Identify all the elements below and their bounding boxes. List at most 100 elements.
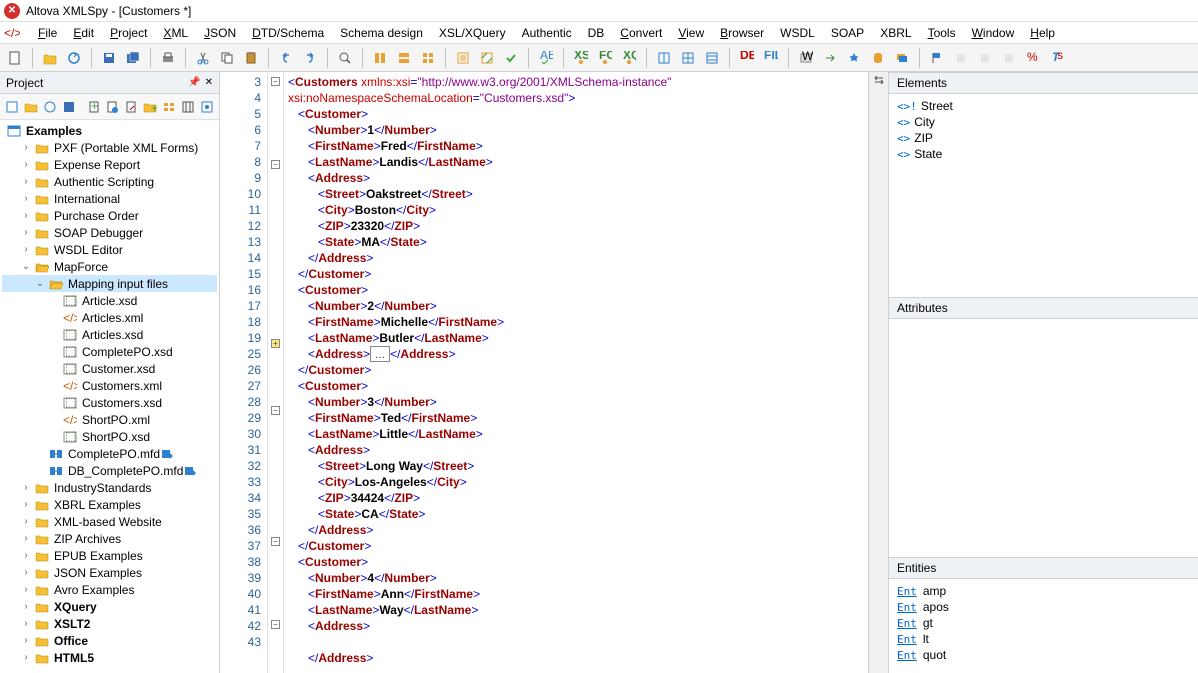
menu-convert[interactable]: Convert [612,24,670,42]
entity-item[interactable]: Entapos [897,599,1190,615]
tree-toggle[interactable]: › [20,210,32,221]
entity-item[interactable]: Entlt [897,631,1190,647]
file-button[interactable]: FILE [760,47,782,69]
menu-dtdschema[interactable]: DTD/Schema [244,24,332,42]
menu-authentic[interactable]: Authentic [514,24,580,42]
tb-arrow[interactable] [819,47,841,69]
entity-item[interactable]: Entquot [897,647,1190,663]
cut-button[interactable] [192,47,214,69]
tree-item[interactable]: ⬚Articles.xsd [2,326,217,343]
tree-item[interactable]: ⌄Mapping input files [2,275,217,292]
tree-item[interactable]: ›Authentic Scripting [2,173,217,190]
entities-list[interactable]: EntampEntaposEntgtEntltEntquot [889,579,1198,673]
ptb-4[interactable] [61,98,78,116]
element-item[interactable]: <>ZIP [897,130,1190,146]
tree-item[interactable]: ›XBRL Examples [2,496,217,513]
menu-file[interactable]: File [30,24,65,42]
ptb-10[interactable] [179,98,196,116]
entity-item[interactable]: Entamp [897,583,1190,599]
tree-toggle[interactable]: › [20,618,32,629]
tree-item[interactable]: ›WSDL Editor [2,241,217,258]
find-button[interactable] [334,47,356,69]
def-button[interactable]: DEF [736,47,758,69]
tree-root[interactable]: Examples [2,122,217,139]
element-item[interactable]: <>State [897,146,1190,162]
menu-xslxquery[interactable]: XSL/XQuery [431,24,514,42]
tb-4[interactable] [452,47,474,69]
tree-item[interactable]: </>Customers.xml [2,377,217,394]
fo-button[interactable]: FO [594,47,616,69]
validate-button[interactable] [500,47,522,69]
print-button[interactable] [157,47,179,69]
tree-item[interactable]: CompletePO.mfd [2,445,217,462]
tree-toggle[interactable]: › [20,601,32,612]
tree-item[interactable]: ⬚ShortPO.xsd [2,428,217,445]
fold-toggle[interactable] [271,537,280,546]
menu-view[interactable]: View [670,24,712,42]
undo-button[interactable] [275,47,297,69]
tree-item[interactable]: ›SOAP Debugger [2,224,217,241]
ptb-11[interactable] [198,98,215,116]
tree-item[interactable]: ›ZIP Archives [2,530,217,547]
fold-toggle[interactable] [271,160,280,169]
fold-toggle[interactable] [271,620,280,629]
menu-browser[interactable]: Browser [712,24,772,42]
tree-item[interactable]: ⌄MapForce [2,258,217,275]
tb-bm3[interactable] [998,47,1020,69]
reload-button[interactable] [63,47,85,69]
menu-json[interactable]: JSON [196,24,244,42]
fold-toggle[interactable] [271,77,280,86]
ptb-1[interactable] [4,98,21,116]
tree-item[interactable]: ⬚CompletePO.xsd [2,343,217,360]
menu-edit[interactable]: Edit [65,24,102,42]
menu-db[interactable]: DB [580,24,613,42]
fold-toggle[interactable] [271,406,280,415]
code-editor[interactable]: <Customers xmlns:xsi="http://www.w3.org/… [284,72,868,673]
tb-1[interactable] [369,47,391,69]
tree-toggle[interactable]: › [20,244,32,255]
tb-text[interactable]: Ts [1046,47,1068,69]
tree-toggle[interactable]: › [20,516,32,527]
tree-item[interactable]: ⬚Customers.xsd [2,394,217,411]
menu-xbrl[interactable]: XBRL [872,24,919,42]
copy-button[interactable] [216,47,238,69]
tree-toggle[interactable]: › [20,227,32,238]
tree-item[interactable]: ›International [2,190,217,207]
element-item[interactable]: <>!Street [897,98,1190,114]
ptb-3[interactable] [42,98,59,116]
menu-window[interactable]: Window [964,24,1023,42]
tb-2[interactable] [393,47,415,69]
tree-item[interactable]: ›XSLT2 [2,615,217,632]
tree-toggle[interactable]: › [20,652,32,663]
tb-bm1[interactable] [950,47,972,69]
menu-xml[interactable]: XML [155,24,196,42]
tree-item[interactable]: ⬚Article.xsd [2,292,217,309]
tb-ws[interactable]: W/AP [795,47,817,69]
tree-toggle[interactable]: › [20,176,32,187]
tb-star[interactable] [843,47,865,69]
ptb-5[interactable]: + [85,98,102,116]
spellcheck-button[interactable]: ABC [535,47,557,69]
ptb-2[interactable] [23,98,40,116]
tb-grid1[interactable] [653,47,675,69]
tree-item[interactable]: ›XML-based Website [2,513,217,530]
tree-item[interactable]: ›Expense Report [2,156,217,173]
tree-toggle[interactable]: › [20,482,32,493]
project-tree[interactable]: Examples ›PXF (Portable XML Forms)›Expen… [0,120,219,673]
tree-item[interactable]: ›JSON Examples [2,564,217,581]
tree-item[interactable]: </>ShortPO.xml [2,411,217,428]
tree-item[interactable]: ›EPUB Examples [2,547,217,564]
fold-column[interactable] [268,72,284,673]
ptb-8[interactable]: + [142,98,159,116]
paste-button[interactable] [240,47,262,69]
tree-toggle[interactable]: ⌄ [20,261,32,272]
tb-grid3[interactable] [701,47,723,69]
splitter[interactable] [868,72,888,673]
tree-item[interactable]: ›Avro Examples [2,581,217,598]
save-all-button[interactable] [122,47,144,69]
tree-toggle[interactable]: › [20,533,32,544]
menu-soap[interactable]: SOAP [823,24,872,42]
save-button[interactable] [98,47,120,69]
tree-toggle[interactable]: › [20,584,32,595]
tb-pct[interactable]: % [1022,47,1044,69]
